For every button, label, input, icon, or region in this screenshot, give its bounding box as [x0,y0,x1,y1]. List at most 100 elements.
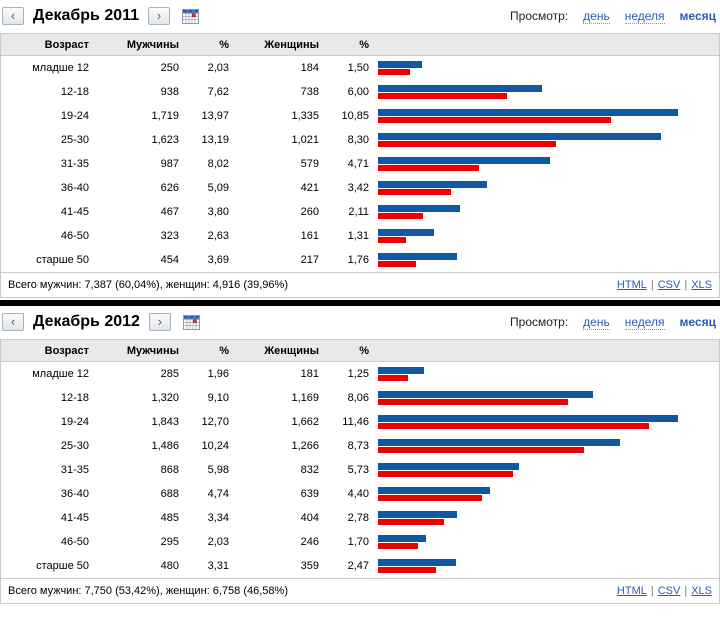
women-bar [378,189,451,195]
col-header-bars [369,34,719,55]
calendar-icon[interactable] [182,9,199,24]
women-bar [378,543,418,549]
next-month-button[interactable]: › [148,7,170,25]
export-links: HTML|CSV|XLS [617,585,712,597]
separator: | [651,279,654,291]
calendar-icon[interactable] [183,315,200,330]
men-count-cell: 285 [89,362,179,386]
age-cell: младше 12 [1,56,89,80]
men-bar [378,415,678,422]
bar-pair [369,104,719,128]
view-day-link[interactable]: день [583,315,610,330]
view-month-link[interactable]: месяц [680,315,716,329]
table-header: Возраст Мужчины % Женщины % [1,340,719,362]
age-cell: младше 12 [1,362,89,386]
women-count-cell: 1,266 [229,434,319,458]
table-row: младше 122851,961811,25 [1,362,719,386]
women-pct-cell: 8,73 [319,434,369,458]
view-week-link[interactable]: неделя [625,9,665,24]
men-pct-cell: 5,98 [179,458,229,482]
prev-month-button[interactable]: ‹ [2,313,24,331]
age-cell: 12-18 [1,386,89,410]
men-bar [378,157,550,164]
men-bar [378,463,519,470]
women-count-cell: 404 [229,506,319,530]
table-row: 31-358685,988325,73 [1,458,719,482]
bar-pair [369,56,719,80]
men-bar [378,535,426,542]
export-csv-link[interactable]: CSV [658,279,681,291]
col-header-men: Мужчины [89,34,179,55]
men-count-cell: 987 [89,152,179,176]
women-bar [378,165,479,171]
men-pct-cell: 13,19 [179,128,229,152]
women-count-cell: 1,335 [229,104,319,128]
export-xls-link[interactable]: XLS [691,585,712,597]
table-header: Возраст Мужчины % Женщины % [1,34,719,56]
men-bar [378,205,460,212]
table-row: 25-301,48610,241,2668,73 [1,434,719,458]
view-week-link[interactable]: неделя [625,315,665,330]
women-bar [378,141,556,147]
men-pct-cell: 10,24 [179,434,229,458]
table-row: 12-181,3209,101,1698,06 [1,386,719,410]
women-count-cell: 246 [229,530,319,554]
women-count-cell: 639 [229,482,319,506]
men-bar [378,85,542,92]
women-pct-cell: 1,70 [319,530,369,554]
panel-title: Декабрь 2011 [33,7,139,25]
export-csv-link[interactable]: CSV [658,585,681,597]
age-cell: 19-24 [1,410,89,434]
table-body: младше 122851,961811,2512-181,3209,101,1… [1,362,719,578]
view-day-link[interactable]: день [583,9,610,24]
men-count-cell: 454 [89,248,179,272]
men-count-cell: 1,719 [89,104,179,128]
separator: | [651,585,654,597]
women-bar [378,375,408,381]
bar-pair [369,530,719,554]
view-month-link[interactable]: месяц [680,9,716,23]
women-count-cell: 1,169 [229,386,319,410]
age-cell: 46-50 [1,224,89,248]
table-body: младше 122502,031841,5012-189387,627386,… [1,56,719,272]
prev-month-button[interactable]: ‹ [2,7,24,25]
view-switcher: Просмотр: день неделя месяц [510,9,718,24]
men-pct-cell: 4,74 [179,482,229,506]
men-pct-cell: 2,03 [179,56,229,80]
men-bar [378,439,620,446]
men-bar [378,229,434,236]
view-switcher: Просмотр: день неделя месяц [510,315,718,330]
age-cell: 31-35 [1,152,89,176]
view-switcher-label: Просмотр: [510,315,568,329]
bar-pair [369,458,719,482]
col-header-bars [369,340,719,361]
next-month-button[interactable]: › [149,313,171,331]
age-cell: 12-18 [1,80,89,104]
women-pct-cell: 10,85 [319,104,369,128]
women-count-cell: 184 [229,56,319,80]
bar-pair [369,386,719,410]
women-count-cell: 217 [229,248,319,272]
women-bar [378,93,507,99]
age-cell: старше 50 [1,248,89,272]
men-count-cell: 938 [89,80,179,104]
totals-text: Всего мужчин: 7,750 (53,42%), женщин: 6,… [8,585,617,597]
bar-pair [369,482,719,506]
women-count-cell: 832 [229,458,319,482]
age-cell: 36-40 [1,482,89,506]
col-header-age: Возраст [1,34,89,55]
men-count-cell: 323 [89,224,179,248]
separator: | [684,585,687,597]
table-row: 12-189387,627386,00 [1,80,719,104]
export-links: HTML|CSV|XLS [617,279,712,291]
export-html-link[interactable]: HTML [617,585,647,597]
month-panel-2011: ‹ Декабрь 2011 › Просмотр: день неделя м… [0,0,720,298]
women-bar [378,447,584,453]
women-pct-cell: 1,25 [319,362,369,386]
export-xls-link[interactable]: XLS [691,279,712,291]
men-count-cell: 295 [89,530,179,554]
table-row: 36-406265,094213,42 [1,176,719,200]
export-html-link[interactable]: HTML [617,279,647,291]
panel-header: ‹ Декабрь 2012 › Просмотр: день неделя м… [0,306,720,334]
women-bar [378,213,423,219]
